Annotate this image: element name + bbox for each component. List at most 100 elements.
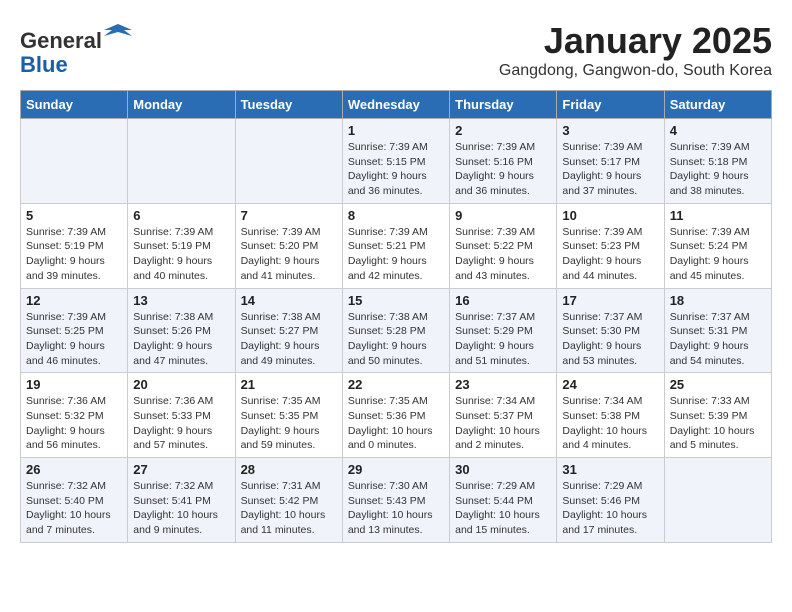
day-number: 25 <box>670 377 766 392</box>
day-number: 21 <box>241 377 337 392</box>
day-info: Sunrise: 7:39 AM Sunset: 5:17 PM Dayligh… <box>562 140 658 199</box>
calendar-cell <box>21 119 128 204</box>
day-info: Sunrise: 7:34 AM Sunset: 5:37 PM Dayligh… <box>455 394 551 453</box>
day-number: 17 <box>562 293 658 308</box>
day-number: 4 <box>670 123 766 138</box>
calendar-cell: 25 Sunrise: 7:33 AM Sunset: 5:39 PM Dayli… <box>664 373 771 458</box>
calendar-cell: 10Sunrise: 7:39 AM Sunset: 5:23 PM Dayli… <box>557 203 664 288</box>
weekday-header-row: SundayMondayTuesdayWednesdayThursdayFrid… <box>21 91 772 119</box>
day-number: 19 <box>26 377 122 392</box>
logo-general: General <box>20 28 102 53</box>
calendar-cell: 20Sunrise: 7:36 AM Sunset: 5:33 PM Dayli… <box>128 373 235 458</box>
weekday-header-thursday: Thursday <box>450 91 557 119</box>
calendar-cell <box>664 458 771 543</box>
day-number: 22 <box>348 377 444 392</box>
calendar-subtitle: Gangdong, Gangwon-do, South Korea <box>499 62 772 80</box>
week-row-5: 26 Sunrise: 7:32 AM Sunset: 5:40 PM Dayli… <box>21 458 772 543</box>
day-info: Sunrise: 7:29 AM Sunset: 5:46 PM Dayligh… <box>562 479 658 538</box>
calendar-cell: 9 Sunrise: 7:39 AM Sunset: 5:22 PM Daylig… <box>450 203 557 288</box>
day-info: Sunrise: 7:38 AM Sunset: 5:27 PM Dayligh… <box>241 310 337 369</box>
calendar-cell: 18Sunrise: 7:37 AM Sunset: 5:31 PM Dayli… <box>664 288 771 373</box>
day-number: 12 <box>26 293 122 308</box>
day-info: Sunrise: 7:39 AM Sunset: 5:25 PM Dayligh… <box>26 310 122 369</box>
calendar-cell: 2 Sunrise: 7:39 AM Sunset: 5:16 PM Daylig… <box>450 119 557 204</box>
calendar-cell <box>128 119 235 204</box>
day-number: 30 <box>455 462 551 477</box>
day-number: 3 <box>562 123 658 138</box>
day-info: Sunrise: 7:39 AM Sunset: 5:20 PM Dayligh… <box>241 225 337 284</box>
calendar-cell: 30 Sunrise: 7:29 AM Sunset: 5:44 PM Dayli… <box>450 458 557 543</box>
day-info: Sunrise: 7:39 AM Sunset: 5:21 PM Dayligh… <box>348 225 444 284</box>
day-info: Sunrise: 7:30 AM Sunset: 5:43 PM Dayligh… <box>348 479 444 538</box>
calendar-cell: 21 Sunrise: 7:35 AM Sunset: 5:35 PM Dayli… <box>235 373 342 458</box>
day-number: 28 <box>241 462 337 477</box>
header: General Blue January 2025 Gangdong, Gang… <box>20 20 772 80</box>
day-info: Sunrise: 7:34 AM Sunset: 5:38 PM Dayligh… <box>562 394 658 453</box>
day-number: 7 <box>241 208 337 223</box>
calendar-cell: 31Sunrise: 7:29 AM Sunset: 5:46 PM Dayli… <box>557 458 664 543</box>
weekday-header-saturday: Saturday <box>664 91 771 119</box>
day-number: 6 <box>133 208 229 223</box>
calendar-cell: 22Sunrise: 7:35 AM Sunset: 5:36 PM Dayli… <box>342 373 449 458</box>
calendar-cell: 13Sunrise: 7:38 AM Sunset: 5:26 PM Dayli… <box>128 288 235 373</box>
weekday-header-sunday: Sunday <box>21 91 128 119</box>
day-number: 24 <box>562 377 658 392</box>
day-number: 20 <box>133 377 229 392</box>
calendar-cell: 17 Sunrise: 7:37 AM Sunset: 5:30 PM Dayli… <box>557 288 664 373</box>
day-number: 9 <box>455 208 551 223</box>
day-info: Sunrise: 7:39 AM Sunset: 5:19 PM Dayligh… <box>133 225 229 284</box>
day-info: Sunrise: 7:38 AM Sunset: 5:28 PM Dayligh… <box>348 310 444 369</box>
week-row-4: 19 Sunrise: 7:36 AM Sunset: 5:32 PM Dayli… <box>21 373 772 458</box>
day-info: Sunrise: 7:33 AM Sunset: 5:39 PM Dayligh… <box>670 394 766 453</box>
calendar-cell: 26 Sunrise: 7:32 AM Sunset: 5:40 PM Dayli… <box>21 458 128 543</box>
calendar-cell: 7 Sunrise: 7:39 AM Sunset: 5:20 PM Daylig… <box>235 203 342 288</box>
day-number: 14 <box>241 293 337 308</box>
calendar-cell: 24 Sunrise: 7:34 AM Sunset: 5:38 PM Dayli… <box>557 373 664 458</box>
calendar-cell <box>235 119 342 204</box>
calendar-cell: 14 Sunrise: 7:38 AM Sunset: 5:27 PM Dayli… <box>235 288 342 373</box>
calendar-cell: 27 Sunrise: 7:32 AM Sunset: 5:41 PM Dayli… <box>128 458 235 543</box>
day-info: Sunrise: 7:37 AM Sunset: 5:29 PM Dayligh… <box>455 310 551 369</box>
day-number: 11 <box>670 208 766 223</box>
day-number: 15 <box>348 293 444 308</box>
day-info: Sunrise: 7:29 AM Sunset: 5:44 PM Dayligh… <box>455 479 551 538</box>
weekday-header-tuesday: Tuesday <box>235 91 342 119</box>
logo-bird-icon <box>104 20 132 48</box>
calendar-cell: 23 Sunrise: 7:34 AM Sunset: 5:37 PM Dayli… <box>450 373 557 458</box>
day-info: Sunrise: 7:36 AM Sunset: 5:32 PM Dayligh… <box>26 394 122 453</box>
calendar-cell: 29Sunrise: 7:30 AM Sunset: 5:43 PM Dayli… <box>342 458 449 543</box>
day-number: 5 <box>26 208 122 223</box>
weekday-header-monday: Monday <box>128 91 235 119</box>
week-row-1: 1Sunrise: 7:39 AM Sunset: 5:15 PM Daylig… <box>21 119 772 204</box>
day-number: 27 <box>133 462 229 477</box>
day-number: 1 <box>348 123 444 138</box>
calendar-cell: 11Sunrise: 7:39 AM Sunset: 5:24 PM Dayli… <box>664 203 771 288</box>
calendar-cell: 6 Sunrise: 7:39 AM Sunset: 5:19 PM Daylig… <box>128 203 235 288</box>
day-info: Sunrise: 7:37 AM Sunset: 5:30 PM Dayligh… <box>562 310 658 369</box>
calendar-cell: 28Sunrise: 7:31 AM Sunset: 5:42 PM Dayli… <box>235 458 342 543</box>
day-info: Sunrise: 7:38 AM Sunset: 5:26 PM Dayligh… <box>133 310 229 369</box>
day-number: 16 <box>455 293 551 308</box>
day-number: 23 <box>455 377 551 392</box>
day-info: Sunrise: 7:35 AM Sunset: 5:35 PM Dayligh… <box>241 394 337 453</box>
calendar-cell: 3 Sunrise: 7:39 AM Sunset: 5:17 PM Daylig… <box>557 119 664 204</box>
day-info: Sunrise: 7:32 AM Sunset: 5:41 PM Dayligh… <box>133 479 229 538</box>
day-info: Sunrise: 7:39 AM Sunset: 5:23 PM Dayligh… <box>562 225 658 284</box>
calendar-cell: 15 Sunrise: 7:38 AM Sunset: 5:28 PM Dayli… <box>342 288 449 373</box>
day-info: Sunrise: 7:32 AM Sunset: 5:40 PM Dayligh… <box>26 479 122 538</box>
day-number: 26 <box>26 462 122 477</box>
logo-blue: Blue <box>20 52 68 77</box>
day-info: Sunrise: 7:39 AM Sunset: 5:19 PM Dayligh… <box>26 225 122 284</box>
logo: General Blue <box>20 20 132 77</box>
day-info: Sunrise: 7:39 AM Sunset: 5:16 PM Dayligh… <box>455 140 551 199</box>
calendar-cell: 12 Sunrise: 7:39 AM Sunset: 5:25 PM Dayli… <box>21 288 128 373</box>
calendar-cell: 5 Sunrise: 7:39 AM Sunset: 5:19 PM Daylig… <box>21 203 128 288</box>
day-info: Sunrise: 7:39 AM Sunset: 5:18 PM Dayligh… <box>670 140 766 199</box>
week-row-2: 5 Sunrise: 7:39 AM Sunset: 5:19 PM Daylig… <box>21 203 772 288</box>
calendar-cell: 19 Sunrise: 7:36 AM Sunset: 5:32 PM Dayli… <box>21 373 128 458</box>
day-info: Sunrise: 7:39 AM Sunset: 5:22 PM Dayligh… <box>455 225 551 284</box>
weekday-header-friday: Friday <box>557 91 664 119</box>
day-number: 2 <box>455 123 551 138</box>
calendar-cell: 16 Sunrise: 7:37 AM Sunset: 5:29 PM Dayli… <box>450 288 557 373</box>
week-row-3: 12 Sunrise: 7:39 AM Sunset: 5:25 PM Dayli… <box>21 288 772 373</box>
